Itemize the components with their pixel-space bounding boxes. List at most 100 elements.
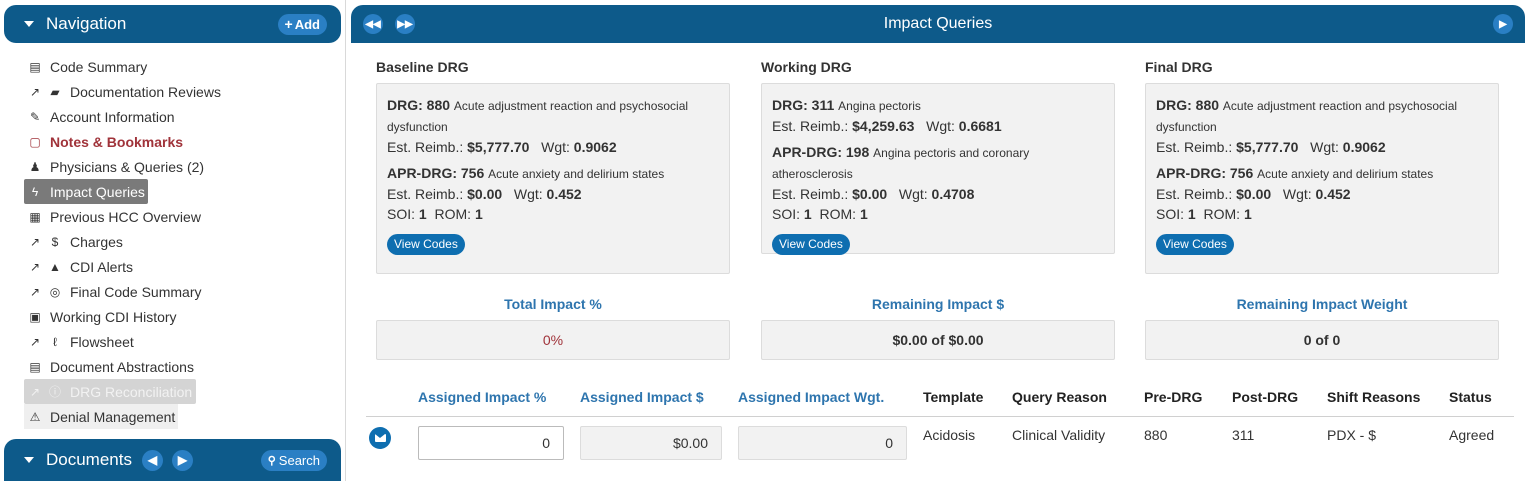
next-document-button[interactable]: ▶ xyxy=(171,449,193,471)
column-header-assigned-impact-pct[interactable]: Assigned Impact % xyxy=(418,389,546,405)
apr-drg-line: APR-DRG: 756 Acute anxiety and delirium … xyxy=(387,163,719,184)
previous-document-button[interactable]: ◀ xyxy=(141,449,163,471)
sidebar-item-label: Charges xyxy=(70,233,123,250)
documents-header[interactable]: Documents ◀ ▶ ⚲ Search xyxy=(4,439,341,481)
reimb-label: Est. Reimb.: xyxy=(772,186,849,202)
soi-label: SOI: xyxy=(387,206,416,222)
page-title: Impact Queries xyxy=(883,15,993,32)
external-link-icon[interactable]: ↗ xyxy=(28,260,42,274)
caret-down-icon[interactable] xyxy=(24,457,34,463)
left-sidebar: Navigation + Add ▤ Code Summary ↗ ▰ Docu… xyxy=(0,0,346,481)
sidebar-item-account-information[interactable]: ✎ Account Information xyxy=(24,104,324,129)
sidebar-item-label: Previous HCC Overview xyxy=(50,208,201,225)
remaining-impact-weight-value: 0 of 0 xyxy=(1145,320,1499,360)
reimb-value: $0.00 xyxy=(1236,186,1272,202)
apr-reimb-line: Est. Reimb.: $0.00 Wgt: 0.452 xyxy=(1156,184,1488,204)
sidebar-item-working-cdi-history[interactable]: ▣ Working CDI History xyxy=(24,304,324,329)
drg-label: DRG: xyxy=(1156,97,1192,113)
sidebar-item-label: Document Abstractions xyxy=(50,358,194,375)
drg-label: DRG: xyxy=(387,97,423,113)
sidebar-item-label: Impact Queries xyxy=(50,183,145,200)
arrow-right-icon: ▶ xyxy=(177,453,188,467)
status-cell: Agreed xyxy=(1449,427,1495,443)
sidebar-item-label: Documentation Reviews xyxy=(70,83,221,100)
bell-icon: ▲ xyxy=(49,259,61,274)
external-link-icon[interactable]: ↗ xyxy=(28,235,42,249)
view-codes-button[interactable]: View Codes xyxy=(1156,234,1234,255)
assigned-impact-dollar-field: $0.00 xyxy=(580,426,722,460)
search-icon: ⚲ xyxy=(267,454,276,467)
apr-drg-label: APR-DRG: xyxy=(387,165,457,181)
user-md-icon: ♟ xyxy=(29,159,41,174)
sidebar-item-flowsheet[interactable]: ↗ ℓ Flowsheet xyxy=(24,329,324,354)
search-button[interactable]: ⚲ Search xyxy=(260,449,327,471)
book-icon: ▰ xyxy=(50,84,60,99)
external-link-icon[interactable]: ↗ xyxy=(28,85,42,99)
wgt-value: 0.4708 xyxy=(931,186,975,202)
navigation-title: Navigation xyxy=(46,14,127,33)
sidebar-item-physicians-queries[interactable]: ♟ Physicians & Queries (2) xyxy=(24,154,324,179)
rom-label: ROM: xyxy=(434,206,472,222)
list-alt-icon: ▤ xyxy=(29,359,41,374)
sidebar-item-documentation-reviews[interactable]: ↗ ▰ Documentation Reviews xyxy=(24,79,324,104)
reimb-label: Est. Reimb.: xyxy=(387,186,464,202)
rom-value: 1 xyxy=(859,206,868,222)
sidebar-item-document-abstractions[interactable]: ▤ Document Abstractions xyxy=(24,354,324,379)
column-header-assigned-impact-wgt[interactable]: Assigned Impact Wgt. xyxy=(738,389,884,405)
soi-value: 1 xyxy=(1187,206,1196,222)
drg-line: DRG: 880 Acute adjustment reaction and p… xyxy=(1156,95,1488,137)
view-codes-button[interactable]: View Codes xyxy=(772,234,850,255)
rom-value: 1 xyxy=(1243,206,1252,222)
navigation-header[interactable]: Navigation + Add xyxy=(4,5,341,43)
collapse-left-button[interactable]: ◀◀ xyxy=(363,14,383,34)
sidebar-item-code-summary[interactable]: ▤ Code Summary xyxy=(24,54,324,79)
add-button[interactable]: + Add xyxy=(277,13,327,35)
reimb-label: Est. Reimb.: xyxy=(387,139,464,155)
sidebar-item-notes-bookmarks[interactable]: ▢ Notes & Bookmarks xyxy=(24,129,324,154)
drg-line: DRG: 880 Acute adjustment reaction and p… xyxy=(387,95,719,137)
total-impact-value: 0% xyxy=(376,320,730,360)
column-header-shift-reasons: Shift Reasons xyxy=(1327,389,1421,405)
reimb-label: Est. Reimb.: xyxy=(772,118,849,134)
remaining-impact-dollar-label: Remaining Impact $ xyxy=(871,296,1005,312)
external-link-icon[interactable]: ↗ xyxy=(28,335,42,349)
sidebar-item-denial-management[interactable]: ⚠ Denial Management xyxy=(24,404,178,429)
calendar-icon: ▦ xyxy=(29,209,41,224)
send-query-button[interactable] xyxy=(369,427,391,449)
column-header-template: Template xyxy=(923,389,984,405)
chevron-right-icon: ▶ xyxy=(1499,18,1507,30)
rom-value: 1 xyxy=(474,206,483,222)
sidebar-item-label: Code Summary xyxy=(50,58,148,75)
arrow-left-icon: ◀ xyxy=(147,453,158,467)
assigned-impact-pct-input[interactable]: 0 xyxy=(418,426,564,460)
sidebar-item-label: Final Code Summary xyxy=(70,283,202,300)
expand-right-button[interactable]: ▶▶ xyxy=(395,14,415,34)
soi-value: 1 xyxy=(418,206,427,222)
column-header-assigned-impact-dollar[interactable]: Assigned Impact $ xyxy=(580,389,704,405)
sidebar-item-final-code-summary[interactable]: ↗ ◎ Final Code Summary xyxy=(24,279,324,304)
column-header-query-reason: Query Reason xyxy=(1012,389,1107,405)
reimb-line: Est. Reimb.: $4,259.63 Wgt: 0.6681 xyxy=(772,116,1104,136)
apr-reimb-line: Est. Reimb.: $0.00 Wgt: 0.452 xyxy=(387,184,719,204)
main-header: ◀◀ ▶▶ Impact Queries ▶ xyxy=(351,5,1525,43)
post-drg-cell: 311 xyxy=(1232,427,1255,443)
soi-rom-line: SOI: 1 ROM: 1 xyxy=(772,204,1104,224)
wgt-label: Wgt: xyxy=(926,118,955,134)
sidebar-item-cdi-alerts[interactable]: ↗ ▲ CDI Alerts xyxy=(24,254,324,279)
wgt-value: 0.452 xyxy=(546,186,582,202)
reimb-value: $0.00 xyxy=(852,186,888,202)
view-codes-button[interactable]: View Codes xyxy=(387,234,465,255)
caret-down-icon[interactable] xyxy=(24,21,34,27)
reimb-value: $4,259.63 xyxy=(852,118,915,134)
sidebar-item-charges[interactable]: ↗ $ Charges xyxy=(24,229,324,254)
sidebar-item-label: Denial Management xyxy=(50,408,176,425)
working-drg-section: Working DRG DRG: 311 Angina pectoris Est… xyxy=(761,59,1115,255)
sidebar-item-label: Physicians & Queries (2) xyxy=(50,158,205,175)
external-link-icon[interactable]: ↗ xyxy=(28,285,42,299)
wgt-label: Wgt: xyxy=(513,186,543,202)
total-impact-label: Total Impact % xyxy=(504,296,602,312)
sidebar-item-previous-hcc-overview[interactable]: ▦ Previous HCC Overview xyxy=(24,204,324,229)
external-link-icon: ↗ xyxy=(29,384,41,399)
sidebar-item-impact-queries[interactable]: ϟ Impact Queries xyxy=(24,179,148,204)
next-panel-button[interactable]: ▶ xyxy=(1493,14,1513,34)
